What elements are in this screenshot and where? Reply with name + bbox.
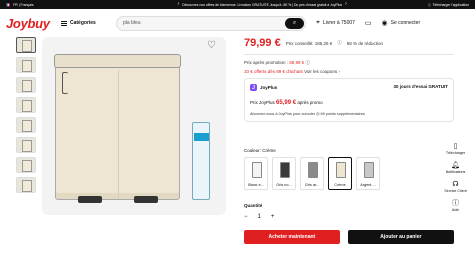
locale-label: FR | Français — [13, 2, 34, 7]
swatch-label: Crème — [334, 183, 346, 187]
product-details: 79,99 € Prix conseillé: 185,26 € ⓘ 58 % … — [244, 37, 454, 244]
color-swatches: Blanc e... Gris no... Gris ar... Crème Argen… — [244, 157, 454, 190]
add-to-cart-button[interactable]: Ajouter au panier — [347, 230, 454, 244]
color-swatch[interactable]: Gris ar... — [300, 157, 324, 190]
joyplus-trial[interactable]: 30 jours d'essai GRATUIT — [393, 84, 448, 91]
cart-icon: ▭ — [364, 20, 372, 27]
joyplus-price: 65,99 € — [276, 100, 297, 106]
swatch-label: Gris no... — [276, 183, 292, 187]
quantity-value: 1 — [257, 214, 261, 220]
side-toolbar: ▯ Télécharger 🔔︎ Notifications ☊ Service Cl… — [436, 143, 475, 219]
joyplus-sub: Abonnez-vous à JoyPlus pour cumuler — [250, 112, 316, 116]
color-label: Couleur: Crème — [244, 148, 276, 153]
headset-icon: ☊ — [452, 181, 459, 188]
thumbnail[interactable] — [16, 77, 36, 93]
thumbnail[interactable] — [16, 57, 36, 73]
color-swatch[interactable]: Gris no... — [272, 157, 296, 190]
bag-roll-image — [192, 122, 210, 200]
buy-now-button[interactable]: Acheter maintenant — [244, 230, 340, 244]
minus-icon[interactable]: − — [244, 214, 248, 220]
locale-selector[interactable]: 🇫🇷 FR | Français — [6, 3, 96, 7]
swatch-image — [280, 162, 290, 178]
deliver-to[interactable]: ⌖ Livrer à 75007 — [316, 19, 355, 27]
swatch-image — [336, 162, 346, 178]
user-icon: ◉ — [381, 20, 388, 27]
quantity-label: Quantité — [244, 203, 263, 208]
notifications-side[interactable]: 🔔︎ Notifications — [436, 162, 475, 174]
color-swatch[interactable]: Argent ... — [356, 157, 380, 190]
promo-price: 69,99 € — [289, 60, 305, 65]
download-side-label: Télécharger — [445, 151, 466, 155]
quantity-stepper[interactable]: − 1 + — [244, 214, 454, 220]
thumbnail-list — [16, 37, 38, 197]
phone-icon: ▯ — [428, 2, 431, 7]
swatch-image — [308, 162, 318, 178]
service-side[interactable]: ☊ Service Client — [436, 181, 475, 193]
notifications-label: Notifications — [445, 170, 466, 174]
original-price: Prix conseillé: 185,26 € — [285, 40, 333, 46]
joyplus-name: JoyPlus — [260, 85, 278, 90]
categories-button[interactable]: Catégories — [61, 20, 116, 26]
bell-icon: 🔔︎ — [451, 162, 460, 169]
next-arrow-icon[interactable]: › — [345, 2, 347, 7]
login-button[interactable]: ◉ Se connecter — [382, 19, 421, 27]
download-app-link[interactable]: ▯ Télécharger l'application — [428, 3, 469, 7]
color-swatch[interactable]: Blanc e... — [244, 157, 268, 190]
swatch-label: Argent ... — [360, 183, 376, 187]
coupon-link[interactable]: Voir les coupons — [304, 69, 337, 74]
promo-text: Découvrez nos offres de bienvenue. Livra… — [182, 2, 343, 7]
service-label: Service Client — [444, 189, 467, 193]
joyplus-box[interactable]: J JoyPlus 30 jours d'essai GRATUIT Prix Jo… — [244, 78, 454, 122]
help-label: Aide — [451, 208, 460, 212]
help-icon: ⓘ — [452, 200, 459, 207]
menu-icon — [61, 20, 67, 26]
flag-icon: 🇫🇷 — [6, 2, 11, 7]
discount: 58 % de réduction — [346, 40, 384, 46]
thumbnail[interactable] — [16, 117, 36, 133]
site-header: Joybuy Catégories pla bleu ⌕ ⌖ Livrer à 75… — [0, 9, 475, 37]
help-side[interactable]: ⓘ Aide — [436, 200, 475, 212]
thumbnail[interactable] — [16, 97, 36, 113]
search-input[interactable]: pla bleu ⌕ — [116, 15, 306, 31]
info-icon[interactable]: ⓘ — [337, 40, 342, 46]
coupon-text: 10 € offerts dès 89 € d'achats — [244, 69, 303, 74]
download-app-label: Télécharger l'application — [432, 2, 469, 7]
thumbnail[interactable] — [16, 157, 36, 173]
thumbnail[interactable] — [16, 137, 36, 153]
joyplus-points: 69 points supplémentaires — [320, 112, 365, 116]
joyplus-price-suffix: après promo — [297, 100, 323, 105]
swatch-image — [364, 162, 374, 178]
swatch-label: Gris ar... — [304, 183, 320, 187]
thumbnail[interactable] — [16, 177, 36, 193]
thumbnail[interactable] — [16, 37, 36, 53]
heart-icon[interactable]: ♡ — [207, 40, 216, 51]
info-icon[interactable]: ⓘ — [306, 60, 311, 65]
location-icon: ⌖ — [316, 19, 320, 26]
search-value: pla bleu — [123, 20, 141, 26]
phone-icon: ▯ — [453, 143, 458, 150]
login-label: Se connecter — [390, 20, 421, 26]
joyplus-icon: J — [250, 84, 257, 91]
promo-price-label: Prix après promotion : — [244, 60, 289, 65]
search-icon[interactable]: ⌕ — [285, 17, 304, 29]
deliver-label: Livrer à 75007 — [322, 20, 355, 26]
download-app-side[interactable]: ▯ Télécharger — [436, 143, 475, 155]
joyplus-price-label: Prix JoyPlus — [250, 100, 275, 105]
plus-icon[interactable]: + — [271, 214, 275, 220]
price: 79,99 € — [244, 37, 281, 49]
swatch-image — [252, 162, 262, 178]
categories-label: Catégories — [70, 20, 96, 26]
cart-button[interactable]: ▭ — [365, 19, 372, 27]
color-swatch[interactable]: Crème — [328, 157, 352, 190]
swatch-label: Blanc e... — [248, 183, 264, 187]
prev-arrow-icon[interactable]: ‹ — [178, 2, 180, 7]
top-banner: 🇫🇷 FR | Français ‹ Découvrez nos offres de… — [0, 0, 475, 9]
trash-bin-image — [54, 54, 181, 203]
logo[interactable]: Joybuy — [6, 16, 61, 31]
